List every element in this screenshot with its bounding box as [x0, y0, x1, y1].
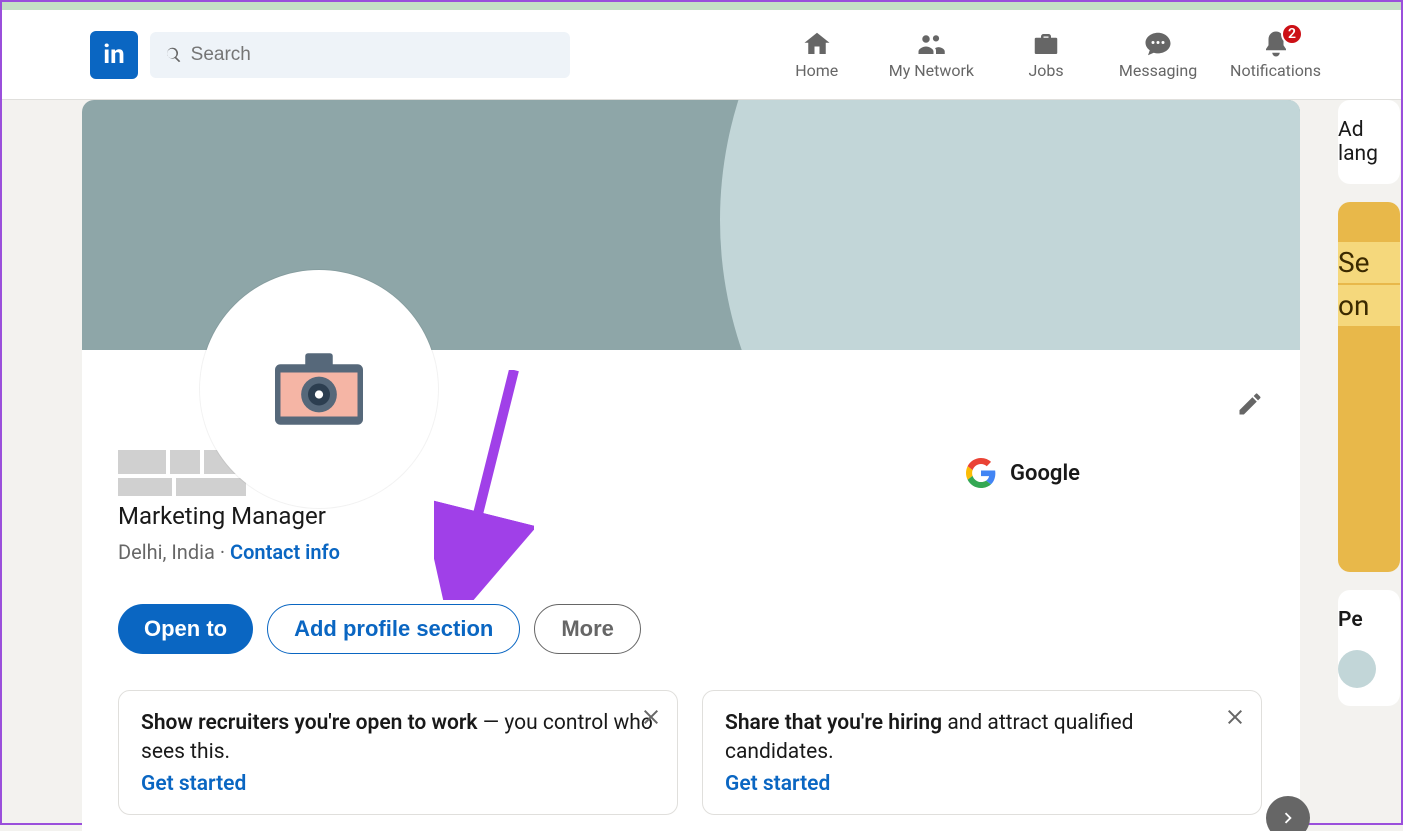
- pencil-icon: [1236, 390, 1264, 418]
- sidebar-promo-card[interactable]: Se on: [1338, 202, 1400, 572]
- nav-label: Messaging: [1119, 61, 1197, 80]
- close-card-button[interactable]: [1223, 705, 1247, 733]
- nav-notifications[interactable]: 2 Notifications: [1230, 29, 1321, 80]
- window-top-border: [2, 2, 1401, 10]
- people-icon: [916, 29, 946, 59]
- search-wrapper[interactable]: [150, 32, 570, 78]
- search-input[interactable]: [191, 44, 556, 66]
- camera-icon: [275, 353, 363, 425]
- get-started-link[interactable]: Get started: [141, 772, 246, 796]
- avatar-placeholder: [1338, 650, 1376, 688]
- close-card-button[interactable]: [639, 705, 663, 733]
- current-company[interactable]: Google: [966, 458, 1080, 488]
- nav-label: Jobs: [1028, 61, 1063, 80]
- briefcase-icon: [1031, 29, 1061, 59]
- sidebar-text: Se: [1338, 242, 1400, 283]
- notification-badge: 2: [1281, 23, 1303, 45]
- sidebar-text: Pe: [1338, 608, 1400, 632]
- profile-headline: Marketing Manager: [118, 502, 1264, 530]
- profile-location: Delhi, India: [118, 540, 215, 564]
- nav-network[interactable]: My Network: [889, 29, 974, 80]
- sidebar-text: on: [1338, 285, 1400, 326]
- chevron-right-icon: [1277, 807, 1299, 829]
- global-navbar: in Home My Network Jobs Messaging 2 Noti…: [2, 10, 1401, 100]
- get-started-link[interactable]: Get started: [725, 772, 830, 796]
- card-title: Share that you're hiring: [725, 711, 942, 735]
- search-icon: [164, 45, 183, 65]
- nav-messaging[interactable]: Messaging: [1118, 29, 1198, 80]
- card-title: Show recruiters you're open to work: [141, 711, 478, 735]
- nav-label: My Network: [889, 61, 974, 80]
- sidebar-text: lang: [1338, 142, 1400, 166]
- close-icon: [639, 705, 663, 729]
- sidebar-language-card[interactable]: Ad lang: [1338, 100, 1400, 184]
- edit-profile-button[interactable]: [1236, 390, 1264, 422]
- profile-location-row: Delhi, India · Contact info: [118, 540, 1264, 564]
- close-icon: [1223, 705, 1247, 729]
- nav-label: Home: [795, 61, 838, 80]
- nav-jobs[interactable]: Jobs: [1006, 29, 1086, 80]
- add-profile-section-button[interactable]: Add profile section: [267, 604, 520, 654]
- company-name: Google: [1010, 461, 1080, 486]
- contact-info-link[interactable]: Contact info: [230, 540, 340, 564]
- sidebar-people-card[interactable]: Pe: [1338, 590, 1400, 706]
- linkedin-logo[interactable]: in: [90, 31, 138, 79]
- nav-list: Home My Network Jobs Messaging 2 Notific…: [777, 29, 1321, 80]
- nav-label: Notifications: [1230, 61, 1321, 80]
- profile-card: Marketing Manager Delhi, India · Contact…: [82, 100, 1300, 831]
- open-to-work-card: Show recruiters you're open to work — yo…: [118, 690, 678, 815]
- more-button[interactable]: More: [534, 604, 641, 654]
- sidebar-text: Ad: [1338, 118, 1400, 142]
- open-to-button[interactable]: Open to: [118, 604, 253, 654]
- google-logo-icon: [966, 458, 996, 488]
- profile-photo[interactable]: [200, 270, 438, 508]
- nav-home[interactable]: Home: [777, 29, 857, 80]
- cover-decoration: [720, 100, 1300, 350]
- chat-icon: [1143, 29, 1173, 59]
- hiring-card: Share that you're hiring and attract qua…: [702, 690, 1262, 815]
- home-icon: [802, 29, 832, 59]
